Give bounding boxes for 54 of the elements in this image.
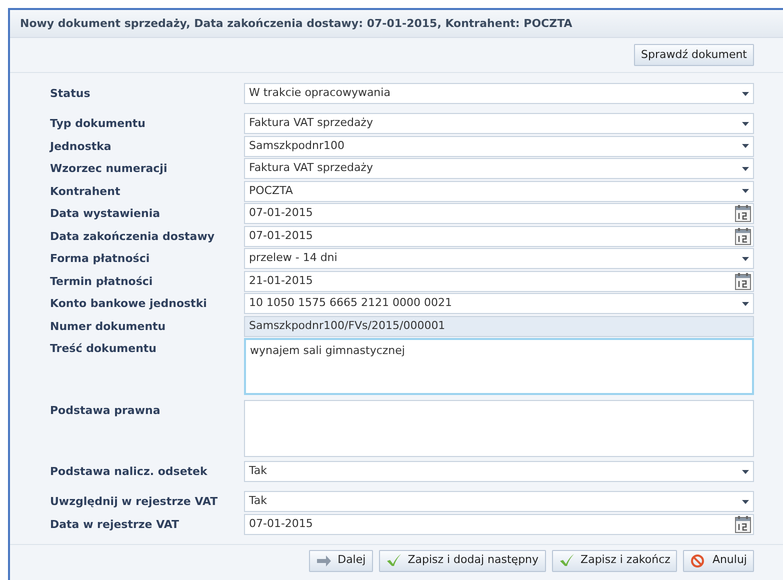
footer-button[interactable]: Anuluj: [683, 550, 754, 572]
footer-button[interactable]: Zapisz i zakończ: [552, 550, 678, 572]
dropdown-field[interactable]: Faktura VAT sprzedaży: [244, 113, 754, 134]
dropdown-caret-icon: [742, 166, 749, 170]
dropdown-field[interactable]: Samszkpodnr100: [244, 136, 754, 156]
text-area[interactable]: wynajem sali gimnastycznej: [244, 338, 754, 395]
cancel-icon: [690, 554, 706, 568]
field-label: Data w rejestrze VAT: [49, 516, 180, 532]
dropdown-field[interactable]: POCZTA: [244, 180, 754, 202]
field-label: Wzorzec numeracji: [49, 161, 168, 177]
arrow-icon: [316, 554, 332, 568]
field-label: Konto bankowe jednostki: [49, 296, 208, 312]
dropdown-caret-icon: [742, 122, 749, 126]
field-label: Podstawa nalicz. odsetek: [49, 464, 208, 480]
field-label: Treść dokumentu: [49, 341, 158, 357]
dropdown-caret-icon: [742, 470, 749, 474]
footer-button[interactable]: Zapisz i dodaj następny: [378, 550, 546, 572]
field-label: Podstawa prawna: [49, 402, 162, 418]
field-label: Numer dokumentu: [49, 318, 167, 334]
calendar-icon: [735, 272, 751, 290]
dropdown-caret-icon: [742, 500, 749, 504]
dropdown-field[interactable]: przelew - 14 dni: [244, 248, 754, 269]
date-field[interactable]: 21-01-2015: [244, 270, 754, 292]
field-label: Typ dokumentu: [49, 116, 146, 132]
dropdown-caret-icon: [742, 256, 749, 260]
date-field[interactable]: 07-01-2015: [244, 203, 754, 224]
field-label: Data wystawienia: [49, 206, 162, 222]
field-label: Termin płatności: [49, 274, 154, 290]
dropdown-field[interactable]: Tak: [244, 491, 754, 512]
dropdown-caret-icon: [742, 302, 749, 306]
text-area[interactable]: [244, 400, 754, 456]
calendar-icon: [735, 228, 751, 244]
dropdown-caret-icon: [742, 189, 749, 193]
field-label: Status: [49, 86, 92, 102]
read-only-field: Samszkpodnr100/FVs/2015/000001: [244, 316, 754, 336]
dropdown-caret-icon: [742, 92, 749, 96]
field-label: Data zakończenia dostawy: [49, 228, 216, 244]
date-field[interactable]: 07-01-2015: [244, 514, 754, 534]
dropdown-field[interactable]: W trakcie opracowywania: [244, 83, 754, 104]
field-label: Uwzględnij w rejestrze VAT: [49, 494, 219, 510]
check-document-button[interactable]: Sprawdź dokument: [634, 44, 754, 66]
checkmark-icon: [386, 554, 402, 568]
dropdown-caret-icon: [742, 144, 749, 148]
dropdown-field[interactable]: 10 1050 1575 6665 2121 0000 0021: [244, 293, 754, 314]
dropdown-field[interactable]: Tak: [244, 461, 754, 482]
calendar-icon: [735, 205, 751, 222]
field-label: Forma płatności: [49, 251, 151, 267]
footer-button[interactable]: Dalej: [308, 550, 373, 572]
dropdown-field[interactable]: Faktura VAT sprzedaży: [244, 158, 754, 179]
date-field[interactable]: 07-01-2015: [244, 226, 754, 246]
calendar-icon: [735, 516, 751, 532]
field-label: Jednostka: [48, 138, 112, 154]
field-label: Kontrahent: [49, 184, 122, 200]
checkmark-icon: [558, 554, 575, 568]
